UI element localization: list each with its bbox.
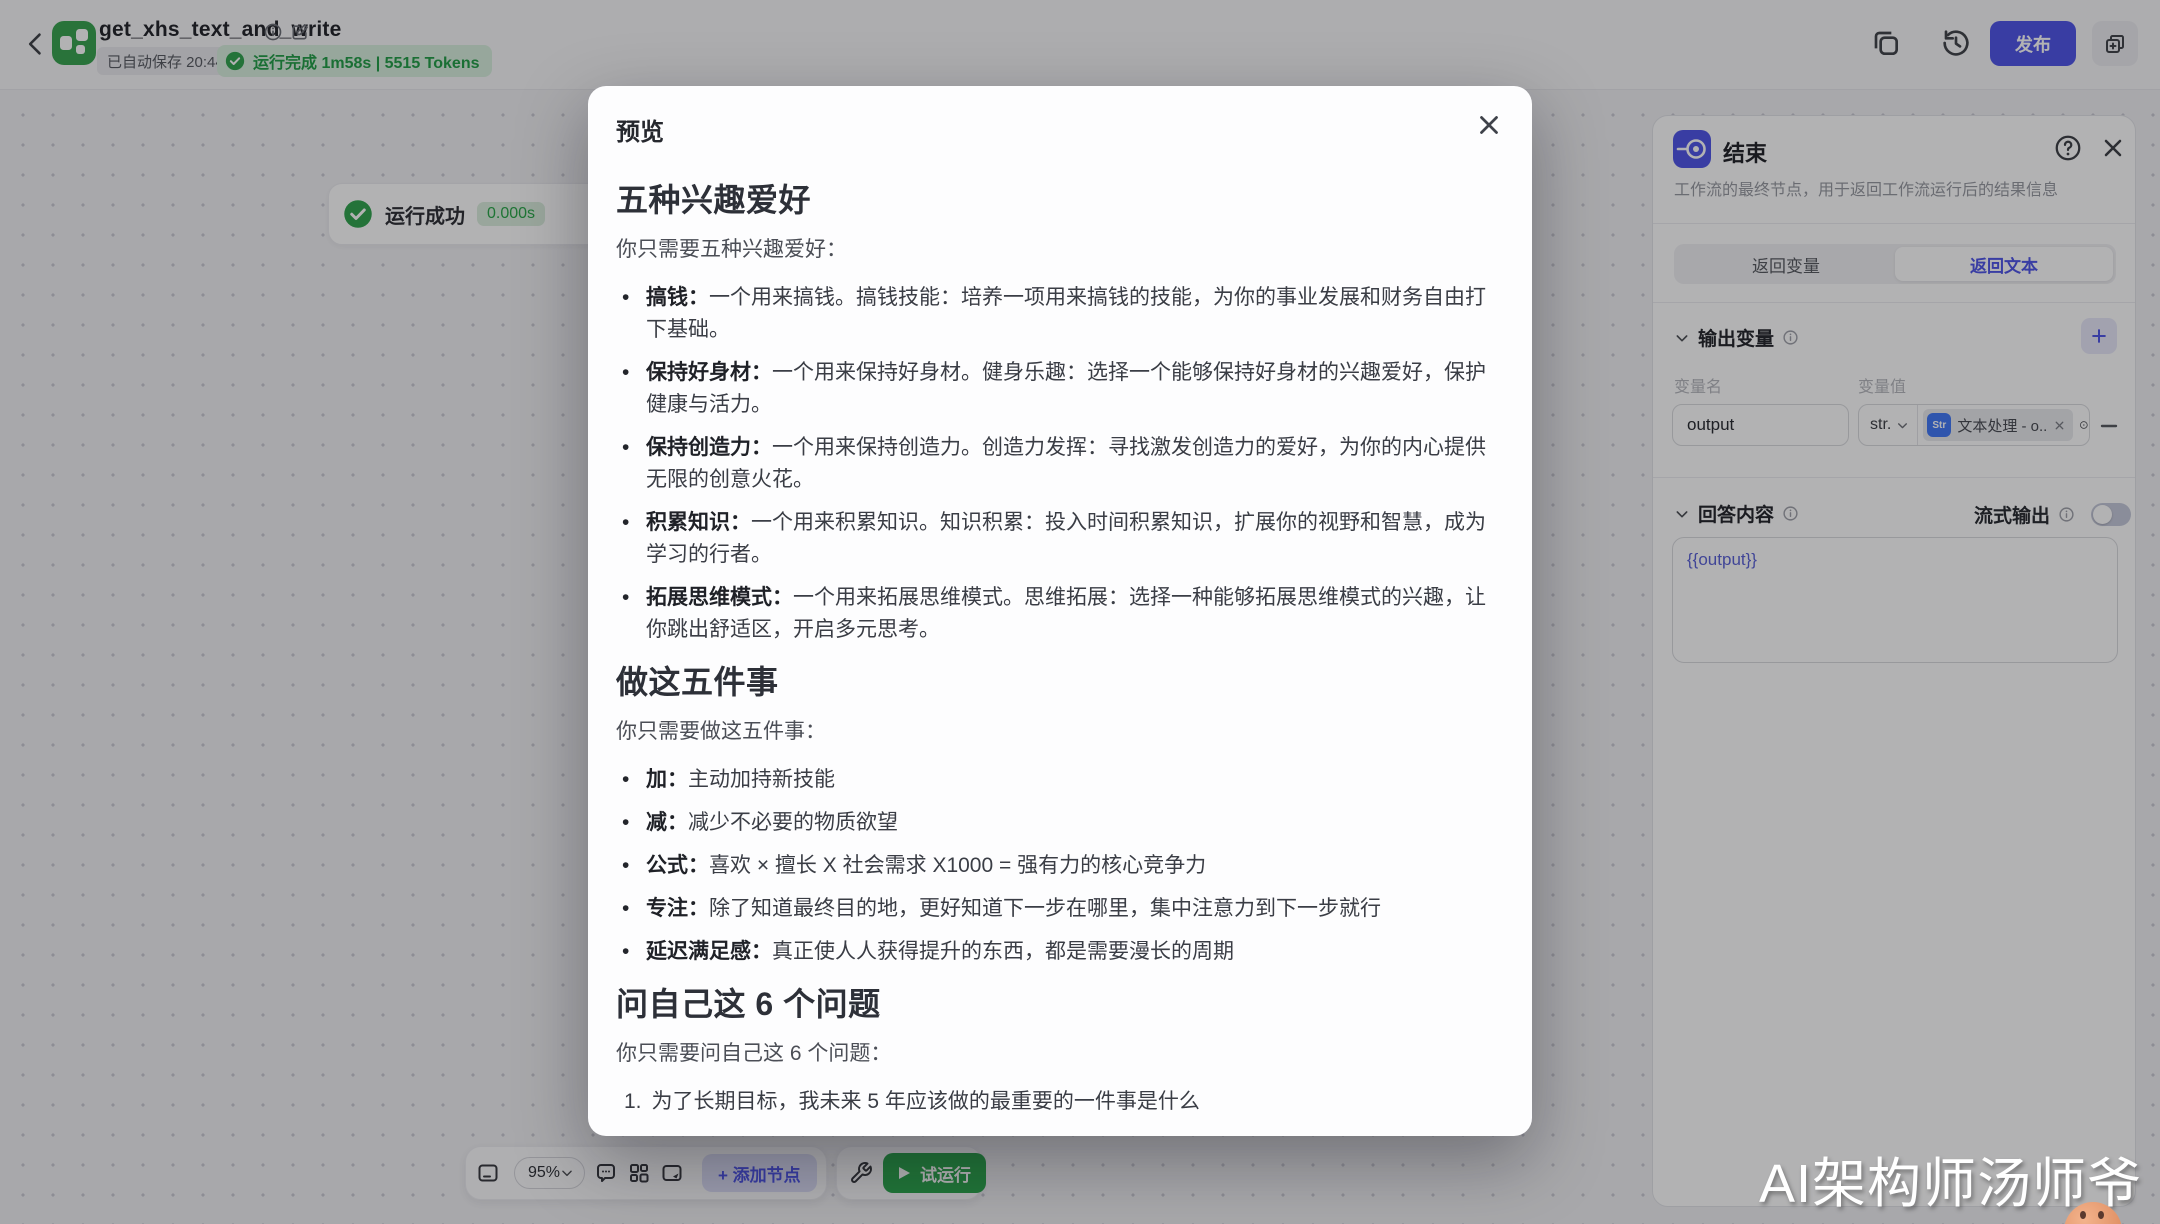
list-item: 专注：除了知道最终目的地，更好知道下一步在哪里，集中注意力到下一步就行 <box>616 893 1504 925</box>
list-item: 拓展思维模式：一个用来拓展思维模式。思维拓展：选择一种能够拓展思维模式的兴趣，让… <box>616 582 1504 646</box>
modal-header: 预览 <box>588 86 1532 156</box>
avatar-eye <box>2080 1211 2086 1219</box>
modal-close-icon[interactable] <box>1474 110 1504 140</box>
section-heading: 问自己这 6 个问题 <box>616 984 1504 1024</box>
hobby-list: 搞钱：一个用来搞钱。搞钱技能：培养一项用来搞钱的技能，为你的事业发展和财务自由打… <box>616 282 1504 646</box>
section-intro: 你只需要五种兴趣爱好： <box>616 236 1504 264</box>
section-intro: 你只需要做这五件事： <box>616 718 1504 746</box>
workflow-editor-screen: get_xhs_text_and_write 已自动保存 20:44:42 运行… <box>0 0 2160 1224</box>
preview-modal: 预览 五种兴趣爱好 你只需要五种兴趣爱好： 搞钱：一个用来搞钱。搞钱技能：培养一… <box>588 86 1532 1136</box>
list-item: 1.为了长期目标，我未来 5 年应该做的最重要的一件事是什么 <box>616 1086 1504 1116</box>
list-item: 保持好身材：一个用来保持好身材。健身乐趣：选择一个能够保持好身材的兴趣爱好，保护… <box>616 357 1504 421</box>
list-item: 延迟满足感：真正使人人获得提升的东西，都是需要漫长的周期 <box>616 936 1504 968</box>
list-item: 搞钱：一个用来搞钱。搞钱技能：培养一项用来搞钱的技能，为你的事业发展和财务自由打… <box>616 282 1504 346</box>
list-item: 保持创造力：一个用来保持创造力。创造力发挥：寻找激发创造力的爱好，为你的内心提供… <box>616 432 1504 496</box>
action-list: 加：主动加持新技能 减：减少不必要的物质欲望 公式：喜欢 × 擅长 X 社会需求… <box>616 764 1504 968</box>
question-list: 1.为了长期目标，我未来 5 年应该做的最重要的一件事是什么 <box>616 1086 1504 1116</box>
list-item: 减：减少不必要的物质欲望 <box>616 807 1504 839</box>
list-item: 加：主动加持新技能 <box>616 764 1504 796</box>
section-heading: 五种兴趣爱好 <box>616 180 1504 220</box>
modal-title: 预览 <box>616 112 1504 147</box>
section-intro: 你只需要问自己这 6 个问题： <box>616 1040 1504 1068</box>
avatar-eye <box>2098 1211 2104 1219</box>
preview-content[interactable]: 五种兴趣爱好 你只需要五种兴趣爱好： 搞钱：一个用来搞钱。搞钱技能：培养一项用来… <box>588 156 1532 1116</box>
section-heading: 做这五件事 <box>616 662 1504 702</box>
list-item: 公式：喜欢 × 擅长 X 社会需求 X1000 = 强有力的核心竞争力 <box>616 850 1504 882</box>
list-item: 积累知识：一个用来积累知识。知识积累：投入时间积累知识，扩展你的视野和智慧，成为… <box>616 507 1504 571</box>
